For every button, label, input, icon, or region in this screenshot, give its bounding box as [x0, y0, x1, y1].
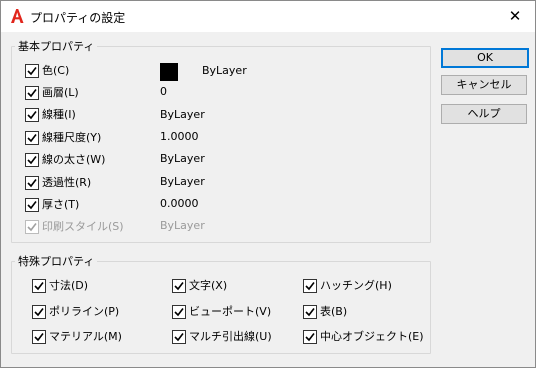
checkbox-icon[interactable]: [25, 198, 39, 212]
color-swatch: [160, 63, 178, 81]
transparency-value: ByLayer: [160, 175, 205, 188]
ok-button[interactable]: OK: [441, 48, 529, 68]
checkbox-icon[interactable]: [25, 220, 39, 234]
cancel-button[interactable]: キャンセル: [441, 75, 527, 95]
checkbox-label: 色(C): [42, 64, 70, 77]
help-button[interactable]: ヘルプ: [441, 104, 527, 124]
linetype-scale-value: 1.0000: [160, 130, 199, 143]
thickness-value: 0.0000: [160, 197, 199, 210]
checkbox-label: 画層(L): [42, 86, 79, 99]
close-icon[interactable]: ✕: [495, 1, 535, 32]
checkbox-label: 透過性(R): [42, 176, 92, 189]
dialog-title: プロパティの設定: [30, 11, 126, 25]
plot-style-value: ByLayer: [160, 219, 205, 232]
checkbox-label: 厚さ(T): [42, 198, 80, 211]
checkbox-label: マテリアル(M): [49, 330, 122, 343]
checkbox-label: 印刷スタイル(S): [42, 220, 124, 233]
checkbox-label: 線の太さ(W): [42, 153, 106, 166]
checkbox-label: ハッチング(H): [320, 279, 392, 292]
checkbox-label: 寸法(D): [49, 279, 89, 292]
checkbox-icon[interactable]: [303, 305, 317, 319]
checkbox-icon[interactable]: [25, 131, 39, 145]
checkbox-label: 線種(I): [42, 108, 76, 121]
checkbox-label: 線種尺度(Y): [42, 131, 102, 144]
checkbox-label: 文字(X): [189, 279, 228, 292]
checkbox-icon[interactable]: [172, 305, 186, 319]
checkbox-icon[interactable]: [303, 279, 317, 293]
title-bar: プロパティの設定 ✕: [1, 1, 535, 32]
checkbox-icon[interactable]: [25, 108, 39, 122]
checkbox-label: 中心オブジェクト(E): [320, 330, 424, 343]
checkbox-icon[interactable]: [32, 330, 46, 344]
autocad-icon: [9, 8, 25, 24]
basic-properties-legend: 基本プロパティ: [15, 38, 98, 54]
checkbox-label: ビューポート(V): [189, 305, 272, 318]
checkbox-icon[interactable]: [303, 330, 317, 344]
layer-value: 0: [160, 85, 167, 98]
checkbox-icon[interactable]: [25, 153, 39, 167]
checkbox-icon[interactable]: [32, 279, 46, 293]
checkbox-icon[interactable]: [172, 279, 186, 293]
property-settings-dialog: プロパティの設定 ✕ 基本プロパティ 色(C) ByLayer 画層(L) 0 …: [0, 0, 536, 368]
checkbox-icon[interactable]: [32, 305, 46, 319]
checkbox-icon[interactable]: [25, 64, 39, 78]
checkbox-icon[interactable]: [25, 86, 39, 100]
lineweight-value: ByLayer: [160, 152, 205, 165]
checkbox-icon[interactable]: [25, 176, 39, 190]
linetype-value: ByLayer: [160, 108, 205, 121]
checkbox-label: ポリライン(P): [49, 305, 120, 318]
checkbox-icon[interactable]: [172, 330, 186, 344]
color-value: ByLayer: [202, 64, 247, 77]
special-properties-legend: 特殊プロパティ: [15, 253, 98, 269]
checkbox-label: 表(B): [320, 305, 348, 318]
checkbox-label: マルチ引出線(U): [189, 330, 272, 343]
